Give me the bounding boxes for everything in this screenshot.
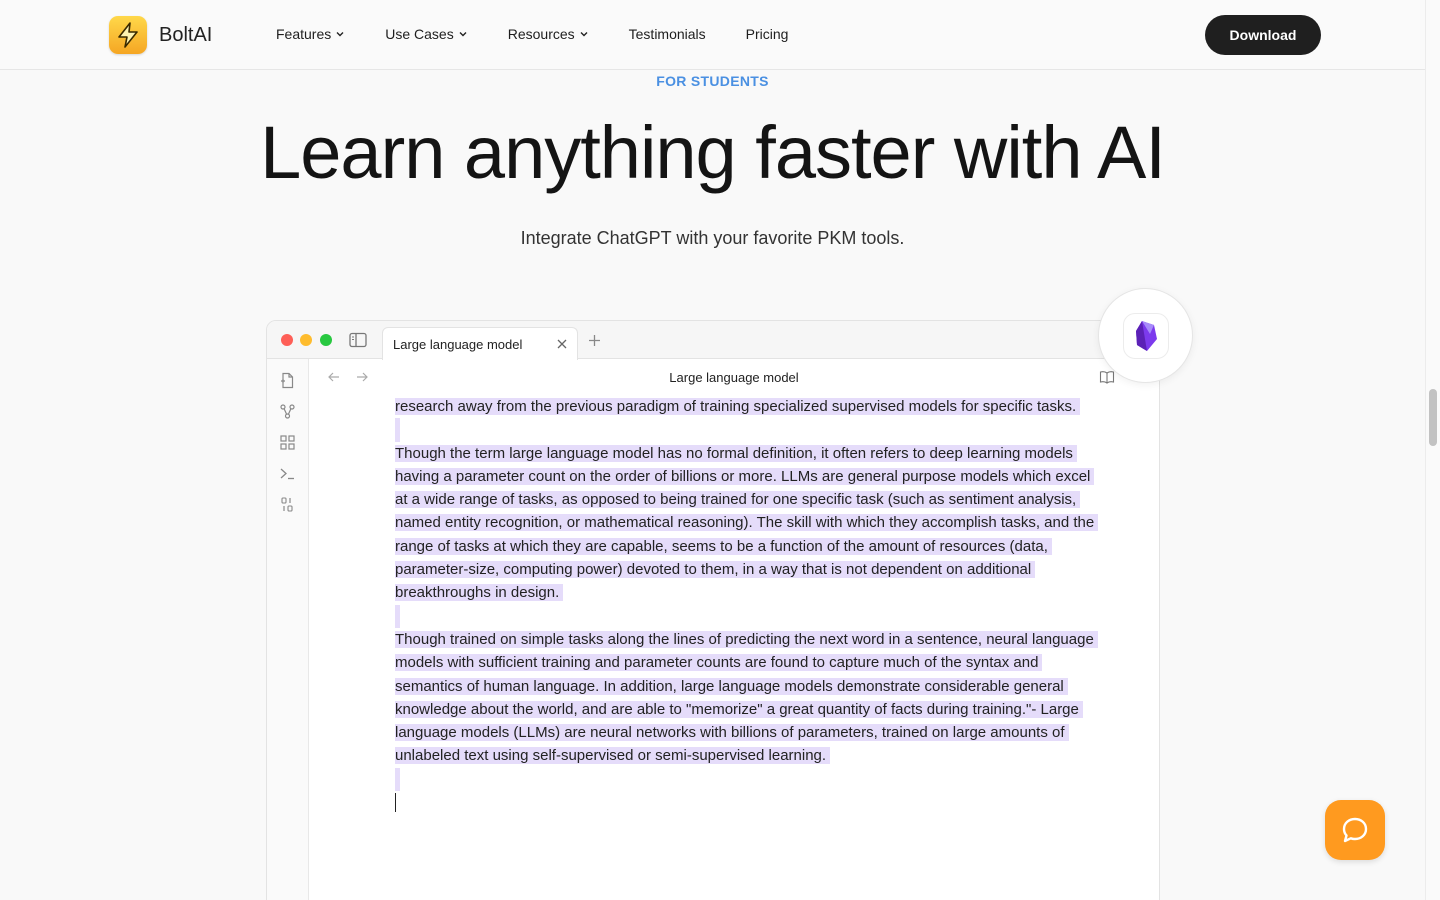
tab-large-language-model[interactable]: Large language model <box>382 327 578 360</box>
nav-item-label: Resources <box>507 26 575 42</box>
graph-icon[interactable] <box>279 403 296 420</box>
page-scrollbar-track[interactable] <box>1425 0 1440 900</box>
obsidian-badge <box>1098 288 1193 383</box>
chat-bubble-icon <box>1342 817 1368 843</box>
left-ribbon <box>267 359 309 900</box>
brand-name: BoltAI <box>159 23 213 46</box>
nav-item-features[interactable]: Features <box>276 26 345 42</box>
nav-item-use-cases[interactable]: Use Cases <box>385 26 467 42</box>
document-title: Large language model <box>669 370 799 385</box>
page-scrollbar-thumb[interactable] <box>1429 389 1437 446</box>
tab-label: Large language model <box>393 337 523 352</box>
nav-item-label: Pricing <box>745 26 789 42</box>
close-icon[interactable] <box>555 337 569 351</box>
file-icon[interactable] <box>279 372 296 389</box>
bolt-logo-icon <box>109 16 147 54</box>
text-caret <box>395 791 1095 819</box>
hero-subtitle: Integrate ChatGPT with your favorite PKM… <box>520 228 905 248</box>
paragraph: Though trained on simple tasks along the… <box>395 628 1098 768</box>
site-header: BoltAI Features Use Cases Resources Test… <box>0 0 1425 70</box>
nav-item-label: Testimonials <box>628 26 706 42</box>
blank-line <box>395 604 1095 628</box>
blank-line <box>395 767 1095 792</box>
window-zoom-dot[interactable] <box>320 334 332 346</box>
obsidian-icon <box>1122 312 1169 359</box>
document-header: Large language model <box>309 359 1159 395</box>
hero-title: Learn anything faster with AI <box>260 111 1166 194</box>
window-close-dot[interactable] <box>281 334 293 346</box>
download-button[interactable]: Download <box>1205 15 1321 55</box>
nav-item-label: Use Cases <box>385 26 454 42</box>
hero-eyebrow: FOR STUDENTS <box>656 73 769 89</box>
paragraph: research away from the previous paradigm… <box>395 395 1095 418</box>
book-icon[interactable] <box>1099 370 1115 384</box>
help-chat-button[interactable] <box>1325 800 1385 860</box>
document-content[interactable]: research away from the previous paradigm… <box>395 395 1099 819</box>
plus-icon[interactable] <box>587 333 602 348</box>
nav-item-testimonials[interactable]: Testimonials <box>629 26 706 42</box>
window-minimize-dot[interactable] <box>300 334 312 346</box>
nav-item-resources[interactable]: Resources <box>508 26 589 42</box>
chevron-down-icon <box>336 32 344 37</box>
paragraph: Though the term large language model has… <box>395 442 1099 605</box>
blank-line <box>395 418 1095 442</box>
nav-item-pricing[interactable]: Pricing <box>746 26 789 42</box>
grid-icon[interactable] <box>279 434 296 451</box>
chevron-down-icon <box>459 32 467 37</box>
terminal-icon[interactable] <box>279 465 296 482</box>
window-titlebar: Large language model <box>267 321 1159 360</box>
chevron-down-icon <box>580 32 588 37</box>
app-window-mockup: Large language model Large language mode… <box>266 320 1160 900</box>
binary-icon[interactable] <box>279 496 296 513</box>
nav-item-label: Features <box>276 26 332 42</box>
brand-logo[interactable]: BoltAI <box>109 16 212 54</box>
main-nav: Features Use Cases Resources Testimonial… <box>276 26 828 42</box>
sidebar-toggle-icon[interactable] <box>349 332 367 348</box>
